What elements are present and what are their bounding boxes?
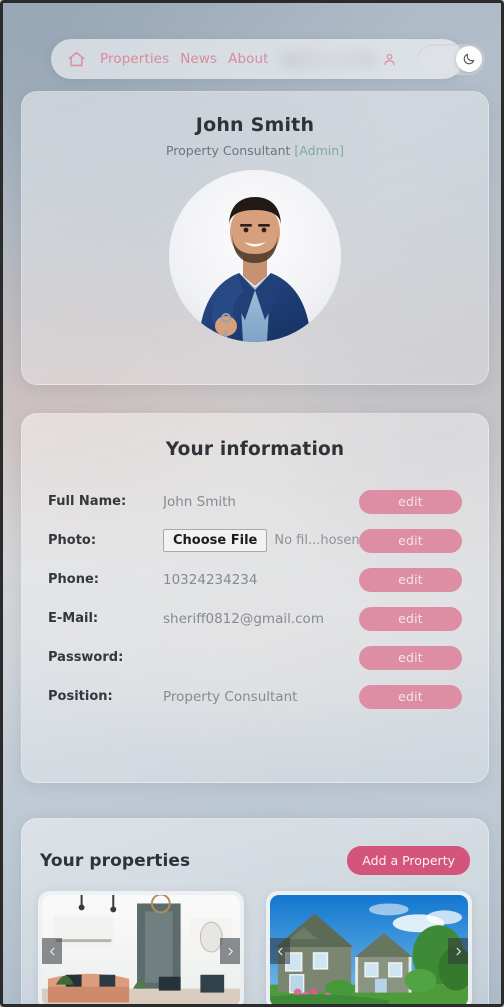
- navbar: Properties News About: [51, 39, 485, 79]
- info-label: E-Mail:: [48, 611, 99, 626]
- information-card: Your information Full Name: John Smith e…: [21, 413, 489, 783]
- profile-card: John Smith Property Consultant [Admin]: [21, 91, 489, 385]
- property-image-exterior: [270, 895, 468, 1004]
- choose-file-button[interactable]: Choose File: [163, 529, 268, 552]
- carousel-next-button[interactable]: [220, 938, 240, 964]
- info-label: Full Name:: [48, 494, 127, 509]
- profile-name: John Smith: [195, 114, 315, 136]
- information-title: Your information: [165, 439, 345, 460]
- properties-grid: [38, 891, 472, 1004]
- property-card[interactable]: [266, 891, 472, 1004]
- profile-role-badge: [Admin]: [294, 143, 345, 158]
- info-value: 10324234234: [163, 571, 258, 588]
- info-value-photo: Choose File No fil...hosen: [163, 529, 359, 552]
- theme-toggle[interactable]: [416, 43, 485, 75]
- information-rows: Full Name: John Smith edit Photo: Choose…: [48, 482, 462, 716]
- info-row-password: Password: edit: [48, 638, 462, 677]
- edit-button-position[interactable]: edit: [359, 684, 462, 709]
- theme-toggle-knob[interactable]: [455, 46, 482, 72]
- chevron-left-icon: [277, 947, 282, 955]
- home-icon[interactable]: [67, 50, 86, 69]
- info-value: John Smith: [163, 493, 236, 510]
- avatar: [169, 170, 341, 342]
- property-card[interactable]: [38, 891, 244, 1004]
- browser-window-frame: Properties News About John Smith Propert…: [0, 0, 504, 1007]
- page-content: Properties News About John Smith Propert…: [3, 3, 501, 1004]
- add-property-button[interactable]: Add a Property: [347, 846, 470, 875]
- carousel-next-button[interactable]: [448, 938, 468, 964]
- info-label: Password:: [48, 650, 124, 665]
- info-label: Photo:: [48, 533, 97, 548]
- edit-button-email[interactable]: edit: [359, 606, 462, 631]
- property-image-interior: [42, 895, 240, 1004]
- carousel-prev-button[interactable]: [42, 938, 62, 964]
- file-input[interactable]: Choose File No fil...hosen: [163, 529, 359, 552]
- moon-icon: [463, 53, 474, 65]
- edit-button-phone[interactable]: edit: [359, 567, 462, 592]
- info-label: Position:: [48, 689, 113, 704]
- properties-title: Your properties: [40, 850, 191, 871]
- nav-link-properties[interactable]: Properties: [100, 51, 169, 67]
- user-account-button[interactable]: [377, 46, 403, 72]
- nav-link-about[interactable]: About: [228, 51, 268, 67]
- chevron-right-icon: [228, 947, 233, 955]
- info-row-phone: Phone: 10324234234 edit: [48, 560, 462, 599]
- info-row-full-name: Full Name: John Smith edit: [48, 482, 462, 521]
- user-icon: [384, 53, 395, 65]
- edit-button-full-name[interactable]: edit: [359, 489, 462, 514]
- file-status-text: No fil...hosen: [274, 533, 359, 548]
- nav-blurred-field[interactable]: [280, 50, 377, 68]
- chevron-left-icon: [49, 947, 54, 955]
- info-row-position: Position: Property Consultant edit: [48, 677, 462, 716]
- info-row-photo: Photo: Choose File No fil...hosen edit: [48, 521, 462, 560]
- edit-button-password[interactable]: edit: [359, 645, 462, 670]
- chevron-right-icon: [456, 947, 461, 955]
- nav-links: Properties News About: [100, 51, 269, 67]
- info-row-email: E-Mail: sheriff0812@gmail.com edit: [48, 599, 462, 638]
- properties-header: Your properties Add a Property: [38, 846, 472, 875]
- profile-position: Property Consultant: [165, 143, 291, 158]
- edit-button-photo[interactable]: edit: [359, 528, 462, 553]
- properties-card: Your properties Add a Property: [21, 818, 489, 1004]
- nav-link-news[interactable]: News: [180, 51, 217, 67]
- profile-subtitle: Property Consultant [Admin]: [22, 143, 488, 158]
- avatar-image: [169, 170, 341, 342]
- carousel-prev-button[interactable]: [270, 938, 290, 964]
- info-label: Phone:: [48, 572, 99, 587]
- info-value: sheriff0812@gmail.com: [163, 610, 324, 627]
- info-value: Property Consultant: [163, 688, 298, 705]
